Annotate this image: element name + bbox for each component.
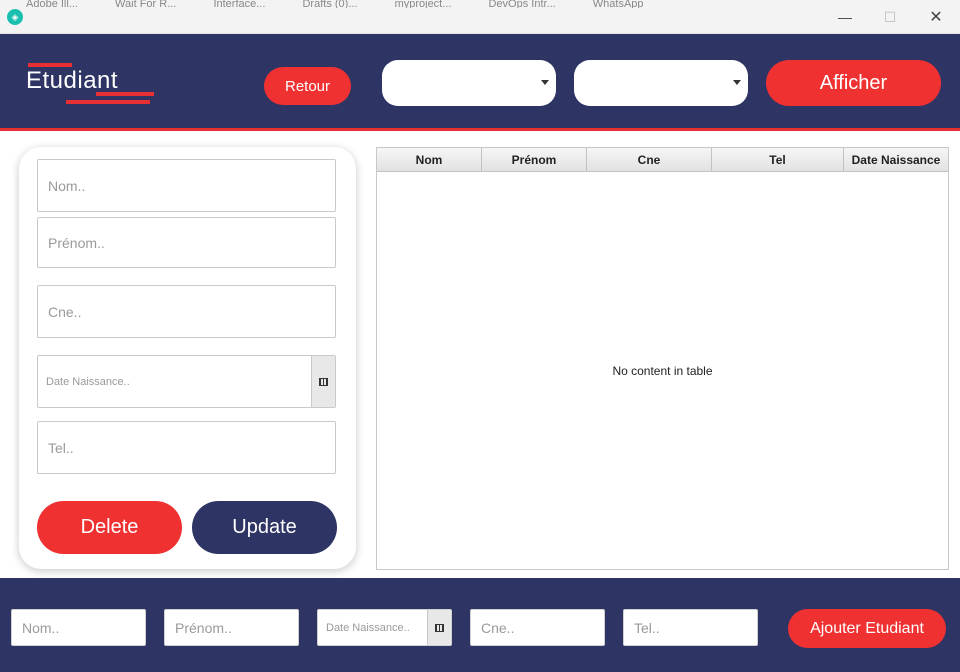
logo: Etudiant: [26, 63, 156, 109]
calendar-button[interactable]: [311, 356, 335, 407]
date-naissance-picker[interactable]: Date Naissance..: [37, 355, 336, 408]
close-button[interactable]: ✕: [921, 6, 951, 28]
filter-combobox-1[interactable]: [382, 60, 556, 106]
app-icon: ◈: [7, 9, 23, 25]
students-table[interactable]: Nom Prénom Cne Tel Date Naissance No con…: [376, 147, 949, 570]
background-tab: WhatsApp: [592, 0, 644, 8]
show-button[interactable]: Afficher: [766, 60, 941, 106]
background-tab: Drafts (0)...: [302, 0, 358, 8]
tel-field[interactable]: Tel..: [37, 421, 336, 474]
cne-placeholder: Cne..: [48, 303, 82, 320]
filter-combobox-2[interactable]: [574, 60, 748, 106]
add-nom-field[interactable]: Nom..: [11, 609, 146, 646]
add-cne-placeholder: Cne..: [481, 619, 515, 636]
column-header-tel[interactable]: Tel: [712, 148, 844, 171]
update-button[interactable]: Update: [192, 501, 337, 554]
background-tab: Interface...: [213, 0, 266, 8]
logo-text: Etudiant: [26, 67, 119, 94]
prenom-placeholder: Prénom..: [48, 234, 105, 251]
column-header-prenom[interactable]: Prénom: [482, 148, 587, 171]
minimize-button[interactable]: —: [830, 6, 860, 28]
add-tel-placeholder: Tel..: [634, 619, 660, 636]
back-button[interactable]: Retour: [264, 67, 351, 105]
background-tab: Wait For R...: [115, 0, 177, 8]
date-placeholder: Date Naissance..: [46, 375, 130, 388]
maximize-button[interactable]: ☐: [875, 6, 905, 28]
background-tab: DevOps Intr...: [488, 0, 556, 8]
dropdown-arrow-icon[interactable]: [541, 80, 549, 85]
nom-placeholder: Nom..: [48, 177, 86, 194]
background-tab: myproject...: [394, 0, 452, 8]
add-date-placeholder: Date Naissance..: [326, 621, 410, 634]
background-tabs-strip: Adobe Ill... Wait For R... Interface... …: [26, 0, 960, 8]
background-tab: Adobe Ill...: [26, 0, 78, 8]
add-nom-placeholder: Nom..: [22, 619, 60, 636]
logo-bar: [96, 92, 154, 96]
window-titlebar: ◈ Adobe Ill... Wait For R... Interface..…: [0, 0, 960, 34]
table-header: Nom Prénom Cne Tel Date Naissance: [377, 148, 948, 172]
nom-field[interactable]: Nom..: [37, 159, 336, 212]
header-accent-line: [0, 128, 960, 131]
add-cne-field[interactable]: Cne..: [470, 609, 605, 646]
calendar-icon: [435, 623, 444, 632]
column-header-date-naissance[interactable]: Date Naissance: [844, 148, 948, 171]
add-prenom-placeholder: Prénom..: [175, 619, 232, 636]
table-empty-message: No content in table: [612, 364, 713, 378]
tel-placeholder: Tel..: [48, 439, 74, 456]
calendar-icon: [319, 377, 328, 386]
add-date-naissance-picker[interactable]: Date Naissance..: [317, 609, 452, 646]
add-tel-field[interactable]: Tel..: [623, 609, 758, 646]
add-student-button[interactable]: Ajouter Etudiant: [788, 609, 946, 648]
add-prenom-field[interactable]: Prénom..: [164, 609, 299, 646]
cne-field[interactable]: Cne..: [37, 285, 336, 338]
dropdown-arrow-icon[interactable]: [733, 80, 741, 85]
prenom-field[interactable]: Prénom..: [37, 217, 336, 268]
delete-button[interactable]: Delete: [37, 501, 182, 554]
add-calendar-button[interactable]: [427, 610, 451, 645]
column-header-cne[interactable]: Cne: [587, 148, 712, 171]
logo-bar: [66, 100, 150, 104]
column-header-nom[interactable]: Nom: [377, 148, 482, 171]
